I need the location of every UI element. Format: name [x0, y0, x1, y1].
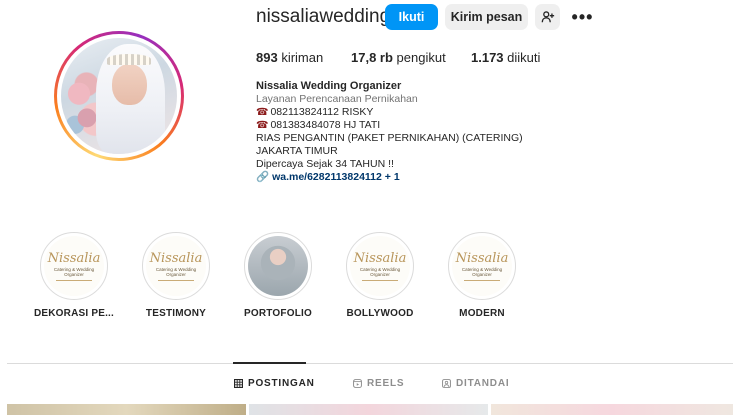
- bio-phone-2-text: 081383484078 HJ TATI: [270, 119, 381, 131]
- phone-icon: ☎: [256, 107, 269, 118]
- post-thumbnail[interactable]: [491, 404, 733, 415]
- followers-count: 17,8 rb: [351, 50, 393, 65]
- tabs-divider: [7, 363, 733, 364]
- highlight-divider: [56, 279, 92, 281]
- avatar-face: [112, 63, 147, 106]
- post-thumbnail[interactable]: [249, 404, 488, 415]
- reels-icon: [353, 379, 362, 388]
- bio-phone-2: ☎ 081383484078 HJ TATI: [256, 119, 523, 132]
- highlight-label: TESTIMONY: [145, 308, 207, 319]
- highlight-photo: [248, 236, 308, 296]
- highlight-divider: [464, 279, 500, 281]
- phone-icon: ☎: [256, 120, 269, 131]
- bio-category: Layanan Perencanaan Pernikahan: [256, 93, 418, 105]
- follow-button[interactable]: Ikuti: [385, 4, 438, 30]
- bio-line-2: JAKARTA TIMUR: [256, 145, 338, 157]
- highlight-cover: Nissalia Catering & Wedding Organizer: [40, 232, 108, 300]
- bio-phone-1: ☎ 082113824112 RISKY: [256, 106, 523, 119]
- highlight-label: PORTOFOLIO: [244, 308, 312, 319]
- avatar-crown: [107, 54, 152, 65]
- highlight-cover: Nissalia Catering & Wedding Organizer: [142, 232, 210, 300]
- tagged-icon: [442, 379, 451, 388]
- profile-avatar[interactable]: [54, 31, 184, 161]
- highlight-logo-sub: Catering & Wedding Organizer: [53, 266, 95, 277]
- highlight-logo: Nissalia Catering & Wedding Organizer: [350, 236, 410, 296]
- grid-icon: [234, 379, 243, 388]
- profile-username: nissaliawedding: [256, 6, 391, 27]
- followers-stat[interactable]: 17,8 rb pengikut: [351, 50, 446, 65]
- tab-tagged-label: DITANDAI: [456, 378, 510, 389]
- following-label: diikuti: [507, 50, 541, 65]
- highlight-item[interactable]: PORTOFOLIO: [233, 232, 323, 319]
- following-stat[interactable]: 1.173 diikuti: [471, 50, 540, 65]
- bio-phone-1-text: 082113824112 RISKY: [270, 106, 374, 118]
- tab-posts[interactable]: POSTINGAN: [234, 378, 315, 389]
- highlight-cover: [244, 232, 312, 300]
- posts-stat: 893 kiriman: [256, 50, 323, 65]
- tab-reels-label: REELS: [367, 378, 405, 389]
- highlight-cover: Nissalia Catering & Wedding Organizer: [346, 232, 414, 300]
- highlight-item[interactable]: Nissalia Catering & Wedding Organizer BO…: [335, 232, 425, 319]
- highlight-logo-sub: Catering & Wedding Organizer: [155, 266, 197, 277]
- highlight-divider: [362, 279, 398, 281]
- link-icon: 🔗: [256, 171, 270, 183]
- message-button[interactable]: Kirim pesan: [445, 4, 528, 30]
- highlight-divider: [158, 279, 194, 281]
- suggested-accounts-button[interactable]: [535, 4, 560, 30]
- posts-label: kiriman: [281, 50, 324, 65]
- highlight-item[interactable]: Nissalia Catering & Wedding Organizer MO…: [437, 232, 527, 319]
- profile-bio: Nissalia Wedding Organizer Layanan Peren…: [256, 80, 523, 184]
- followers-label: pengikut: [396, 50, 446, 65]
- highlight-label: BOLLYWOOD: [346, 308, 414, 319]
- avatar-photo: [61, 38, 177, 154]
- bio-name: Nissalia Wedding Organizer: [256, 80, 402, 92]
- more-options-button[interactable]: •••: [570, 4, 595, 30]
- highlight-logo: Nissalia Catering & Wedding Organizer: [146, 236, 206, 296]
- highlight-item[interactable]: Nissalia Catering & Wedding Organizer DE…: [29, 232, 119, 319]
- highlight-logo-sub: Catering & Wedding Organizer: [461, 266, 503, 277]
- highlight-item[interactable]: Nissalia Catering & Wedding Organizer TE…: [131, 232, 221, 319]
- bio-link[interactable]: 🔗 wa.me/6282113824112 + 1: [256, 171, 523, 184]
- highlight-logo-text: Nissalia: [353, 250, 407, 266]
- tab-posts-label: POSTINGAN: [248, 378, 315, 389]
- highlight-logo-sub: Catering & Wedding Organizer: [359, 266, 401, 277]
- highlight-label: MODERN: [459, 308, 505, 319]
- bio-line-3: Dipercaya Sejak 34 TAHUN !!: [256, 158, 394, 170]
- add-person-icon: [541, 11, 554, 23]
- bio-line-1: RIAS PENGANTIN (PAKET PERNIKAHAN) (CATER…: [256, 132, 523, 144]
- highlight-logo-text: Nissalia: [455, 250, 509, 266]
- highlight-cover: Nissalia Catering & Wedding Organizer: [448, 232, 516, 300]
- avatar-frame: [57, 34, 181, 158]
- tab-reels[interactable]: REELS: [353, 378, 404, 389]
- highlight-logo-text: Nissalia: [149, 250, 203, 266]
- active-tab-indicator: [233, 362, 306, 364]
- highlight-logo: Nissalia Catering & Wedding Organizer: [452, 236, 512, 296]
- following-count: 1.173: [471, 50, 504, 65]
- highlight-label: DEKORASI PE...: [33, 308, 115, 319]
- bio-link-text: wa.me/6282113824112 + 1: [272, 171, 400, 183]
- tab-tagged[interactable]: DITANDAI: [442, 378, 509, 389]
- more-icon: •••: [571, 6, 594, 27]
- highlight-logo-text: Nissalia: [47, 250, 101, 266]
- posts-count: 893: [256, 50, 278, 65]
- highlight-logo: Nissalia Catering & Wedding Organizer: [44, 236, 104, 296]
- post-thumbnail[interactable]: [7, 404, 246, 415]
